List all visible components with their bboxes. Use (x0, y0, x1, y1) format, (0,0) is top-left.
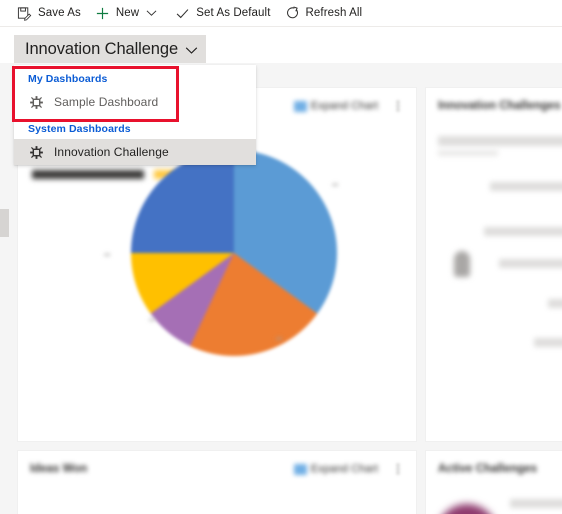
dropdown-item-label: Sample Dashboard (54, 95, 159, 109)
refresh-all-button[interactable]: Refresh All (278, 0, 370, 27)
refresh-icon (285, 5, 300, 21)
donut-chart (436, 504, 498, 514)
save-as-label: Save As (38, 7, 81, 19)
save-as-icon (17, 6, 32, 21)
expand-chart-button[interactable]: Expand Chart (293, 100, 378, 112)
pie-label: •• (276, 334, 283, 344)
more-options-icon[interactable] (392, 462, 404, 476)
chart-tile-actions: Expand Chart (293, 99, 404, 113)
placeholder-text (548, 299, 562, 308)
checkmark-icon (175, 6, 190, 21)
dropdown-item-label: Innovation Challenge (54, 145, 169, 159)
pie-label: •• (104, 250, 111, 260)
dropdown-group-header-my-dashboards: My Dashboards (28, 73, 108, 85)
save-as-button[interactable]: Save As (10, 0, 88, 27)
dashboard-page: Ideas by Status Expand Chart •• • (0, 0, 562, 514)
list-tile-header: Innovation Challenges (426, 88, 562, 124)
expand-chart-icon (293, 463, 307, 475)
avatar (454, 251, 470, 277)
refresh-all-label: Refresh All (305, 7, 363, 19)
placeholder-text (438, 150, 498, 156)
list-tile: Innovation Challenges (425, 87, 562, 442)
pie-label: •• (149, 315, 156, 325)
command-bar: Save As New Set As Default Refresh All (0, 0, 562, 27)
bottom-right-tile-header: Active Challenges (426, 451, 562, 487)
dashboard-icon (28, 94, 44, 110)
bottom-left-tile: Ideas Won Expand Chart (17, 450, 417, 514)
placeholder-text (534, 338, 562, 347)
expand-chart-label: Expand Chart (310, 463, 378, 475)
dashboard-selector-button[interactable]: Innovation Challenge (14, 35, 207, 63)
bottom-left-tile-header: Ideas Won Expand Chart (18, 451, 416, 487)
plus-icon (95, 6, 110, 21)
dashboard-dropdown-menu: My Dashboards Sample Dashboard System Da… (14, 65, 256, 165)
expand-chart-button[interactable]: Expand Chart (293, 463, 378, 475)
more-options-icon[interactable] (392, 99, 404, 113)
pie-chart-slices (131, 150, 337, 356)
new-chevron-down-icon[interactable] (139, 0, 161, 27)
expand-chart-label: Expand Chart (310, 100, 378, 112)
set-as-default-label: Set As Default (196, 7, 271, 19)
bottom-left-tile-title: Ideas Won (30, 463, 88, 475)
placeholder-text (490, 182, 562, 191)
bottom-right-tile: Active Challenges (425, 450, 562, 514)
placeholder-text (438, 136, 562, 146)
dropdown-group-header-system-dashboards: System Dashboards (28, 123, 131, 135)
dashboard-selector-label: Innovation Challenge (25, 39, 179, 58)
dropdown-item-innovation-challenge[interactable]: Innovation Challenge (14, 139, 256, 165)
bottom-left-tile-actions: Expand Chart (293, 462, 404, 476)
placeholder-text (499, 259, 562, 268)
new-label: New (115, 7, 140, 19)
dashboard-icon (28, 144, 44, 160)
bottom-right-tile-title: Active Challenges (438, 463, 538, 475)
chevron-down-icon (185, 46, 198, 55)
placeholder-text (484, 227, 562, 236)
new-button[interactable]: New (88, 0, 168, 27)
pie-label: •• (332, 180, 339, 190)
scrollbar-thumb[interactable] (0, 209, 9, 237)
dropdown-item-sample-dashboard[interactable]: Sample Dashboard (14, 89, 256, 115)
list-tile-title: Innovation Challenges (438, 100, 561, 112)
expand-chart-icon (293, 100, 307, 112)
set-as-default-button[interactable]: Set As Default (168, 0, 277, 27)
placeholder-text (510, 499, 562, 508)
pie-chart[interactable]: •• •• •• •• •• (18, 118, 418, 443)
